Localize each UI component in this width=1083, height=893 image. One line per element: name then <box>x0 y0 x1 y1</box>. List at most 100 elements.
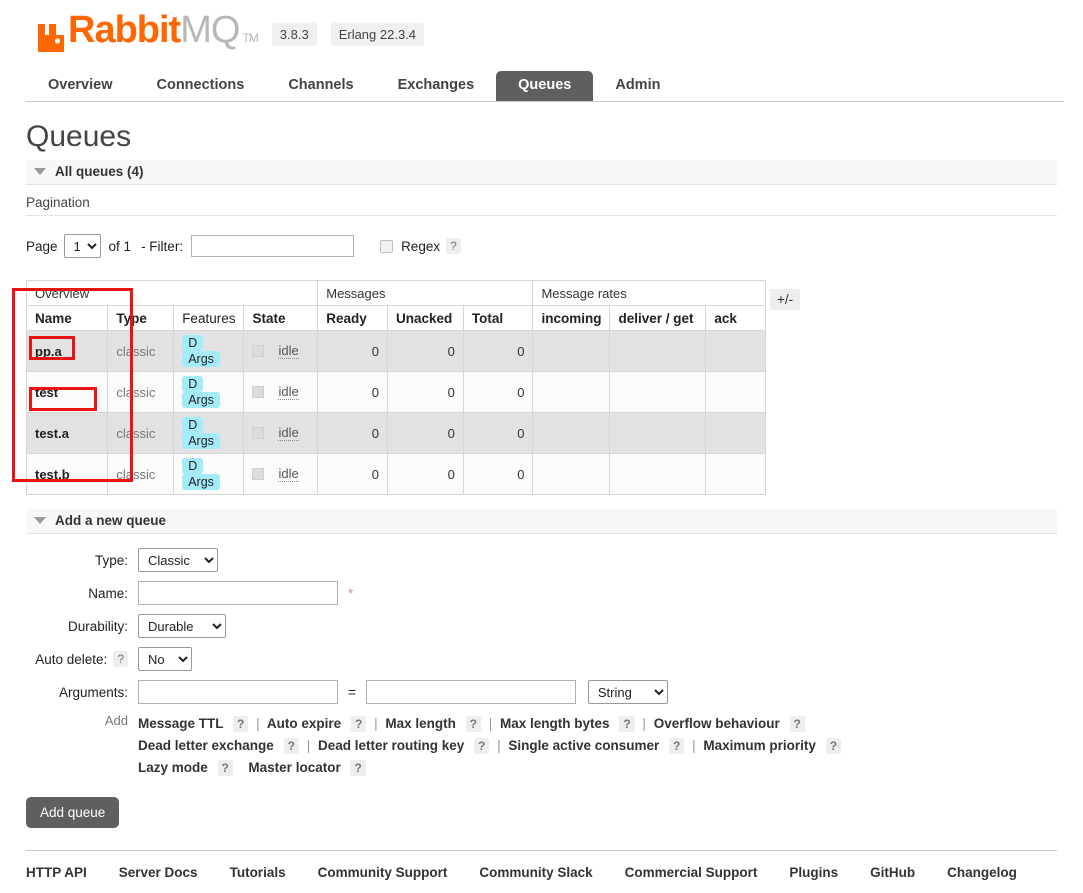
cell-queue-state: idle <box>243 371 319 413</box>
preset-dead-letter-routing-key[interactable]: Dead letter routing key <box>318 738 464 753</box>
page-title: Queues <box>26 120 132 153</box>
feature-badge-durable[interactable]: D <box>182 335 204 351</box>
preset-separator: | <box>497 738 501 753</box>
toggle-columns-button[interactable]: +/- <box>770 289 801 310</box>
cell-queue-type: classic <box>107 371 175 413</box>
maximum-priority-help-icon[interactable]: ? <box>825 738 842 754</box>
preset-message-ttl[interactable]: Message TTL <box>138 716 223 731</box>
cell-queue-name[interactable]: test.b <box>25 453 109 495</box>
cell-ack <box>705 412 766 454</box>
argument-preset-links: Message TTL ? | Auto expire ? | Max leng… <box>138 713 842 779</box>
cell-queue-name[interactable]: test <box>25 371 109 413</box>
footer-link-changelog[interactable]: Changelog <box>947 865 1017 880</box>
footer-link-http-api[interactable]: HTTP API <box>26 865 87 880</box>
column-header-ack[interactable]: ack <box>705 305 766 331</box>
durability-select[interactable]: Durable <box>138 614 226 638</box>
max-length-help-icon[interactable]: ? <box>465 716 481 732</box>
table-row[interactable]: pp.a classic DArgs idle 0 0 0 <box>25 330 766 372</box>
regex-help-icon[interactable]: ? <box>446 238 461 254</box>
tab-exchanges[interactable]: Exchanges <box>376 71 497 101</box>
footer-link-commercial-support[interactable]: Commercial Support <box>625 865 758 880</box>
dead-letter-routing-key-help-icon[interactable]: ? <box>474 738 490 754</box>
cell-queue-type: classic <box>107 330 175 372</box>
dead-letter-exchange-help-icon[interactable]: ? <box>283 738 299 754</box>
page-count-label: of 1 <box>108 238 132 254</box>
column-header-type[interactable]: Type <box>107 305 175 331</box>
footer-link-community-slack[interactable]: Community Slack <box>479 865 592 880</box>
equals-sign: = <box>348 684 356 700</box>
feature-badge-args[interactable]: Args <box>182 433 220 449</box>
preset-overflow-behaviour[interactable]: Overflow behaviour <box>654 716 780 731</box>
feature-badge-args[interactable]: Args <box>182 351 220 367</box>
all-queues-section-header[interactable]: All queues (4) <box>26 160 1057 185</box>
required-asterisk: * <box>348 585 354 601</box>
tab-queues[interactable]: Queues <box>496 71 594 101</box>
preset-single-active-consumer[interactable]: Single active consumer <box>508 738 659 753</box>
tab-channels[interactable]: Channels <box>266 71 375 101</box>
footer-link-community-support[interactable]: Community Support <box>318 865 448 880</box>
state-label: idle <box>278 425 299 441</box>
tab-admin[interactable]: Admin <box>593 71 682 101</box>
type-select[interactable]: Classic <box>138 548 218 572</box>
state-indicator-icon <box>252 386 265 398</box>
feature-badge-durable[interactable]: D <box>182 417 204 433</box>
column-header-unacked[interactable]: Unacked <box>386 305 464 331</box>
app-header: Rabbit MQ TM 3.8.3 Erlang 22.3.4 <box>0 0 1083 54</box>
cell-queue-name[interactable]: pp.a <box>25 330 109 372</box>
cell-queue-features: DArgs <box>173 453 245 495</box>
page-select[interactable]: 1 <box>63 234 101 258</box>
cell-total: 0 <box>462 412 534 454</box>
cell-unacked: 0 <box>386 412 464 454</box>
preset-dead-letter-exchange[interactable]: Dead letter exchange <box>138 738 274 753</box>
lazy-mode-help-icon[interactable]: ? <box>217 760 233 776</box>
argument-key-input[interactable] <box>138 680 338 704</box>
table-row[interactable]: test.a classic DArgs idle 0 0 0 <box>25 412 766 454</box>
auto-delete-select[interactable]: No <box>138 647 192 671</box>
auto-expire-help-icon[interactable]: ? <box>350 716 367 732</box>
column-header-name[interactable]: Name <box>25 305 109 331</box>
column-header-ready[interactable]: Ready <box>317 305 388 331</box>
filter-input[interactable] <box>191 235 355 257</box>
table-row[interactable]: test.b classic DArgs idle 0 0 0 <box>25 453 766 495</box>
argument-type-select[interactable]: String <box>587 680 668 704</box>
preset-max-length-bytes[interactable]: Max length bytes <box>500 716 610 731</box>
feature-badge-durable[interactable]: D <box>182 458 204 474</box>
master-locator-help-icon[interactable]: ? <box>350 760 366 776</box>
overflow-behaviour-help-icon[interactable]: ? <box>789 716 805 732</box>
rabbit-logo-icon <box>38 24 64 52</box>
column-header-state[interactable]: State <box>243 305 319 331</box>
feature-badge-args[interactable]: Args <box>182 392 220 408</box>
auto-delete-help-icon[interactable]: ? <box>113 651 128 667</box>
column-header-incoming[interactable]: incoming <box>532 305 611 331</box>
column-header-total[interactable]: Total <box>462 305 534 331</box>
preset-row-2: Dead letter exchange ? | Dead letter rou… <box>138 735 842 757</box>
preset-lazy-mode[interactable]: Lazy mode <box>138 760 208 775</box>
preset-auto-expire[interactable]: Auto expire <box>267 716 341 731</box>
preset-row-3: Lazy mode ? Master locator ? <box>138 757 841 779</box>
footer-link-github[interactable]: GitHub <box>870 865 915 880</box>
argument-value-input[interactable] <box>365 680 576 704</box>
message-ttl-help-icon[interactable]: ? <box>233 716 249 732</box>
max-length-bytes-help-icon[interactable]: ? <box>619 716 635 732</box>
queue-name-input[interactable] <box>138 581 338 605</box>
preset-separator: | <box>306 738 311 753</box>
tab-connections[interactable]: Connections <box>135 71 267 101</box>
column-header-deliver-get[interactable]: deliver / get <box>609 305 707 331</box>
footer-link-tutorials[interactable]: Tutorials <box>230 865 286 880</box>
preset-master-locator[interactable]: Master locator <box>248 760 340 775</box>
add-queue-section-header[interactable]: Add a new queue <box>26 509 1057 534</box>
preset-maximum-priority[interactable]: Maximum priority <box>703 738 816 753</box>
single-active-consumer-help-icon[interactable]: ? <box>669 738 685 754</box>
table-row[interactable]: test classic DArgs idle 0 0 0 <box>25 371 766 413</box>
feature-badge-durable[interactable]: D <box>182 376 204 392</box>
feature-badge-args[interactable]: Args <box>182 474 220 490</box>
tab-overview[interactable]: Overview <box>26 71 135 101</box>
footer-link-server-docs[interactable]: Server Docs <box>119 865 198 880</box>
cell-queue-name[interactable]: test.a <box>25 412 109 454</box>
regex-checkbox[interactable] <box>380 239 394 253</box>
add-queue-button[interactable]: Add queue <box>26 797 120 828</box>
footer-link-plugins[interactable]: Plugins <box>789 865 838 880</box>
form-row-type: Type: Classic <box>26 548 1057 572</box>
preset-max-length[interactable]: Max length <box>385 716 456 731</box>
rabbitmq-logo[interactable]: Rabbit MQ TM <box>36 11 259 54</box>
